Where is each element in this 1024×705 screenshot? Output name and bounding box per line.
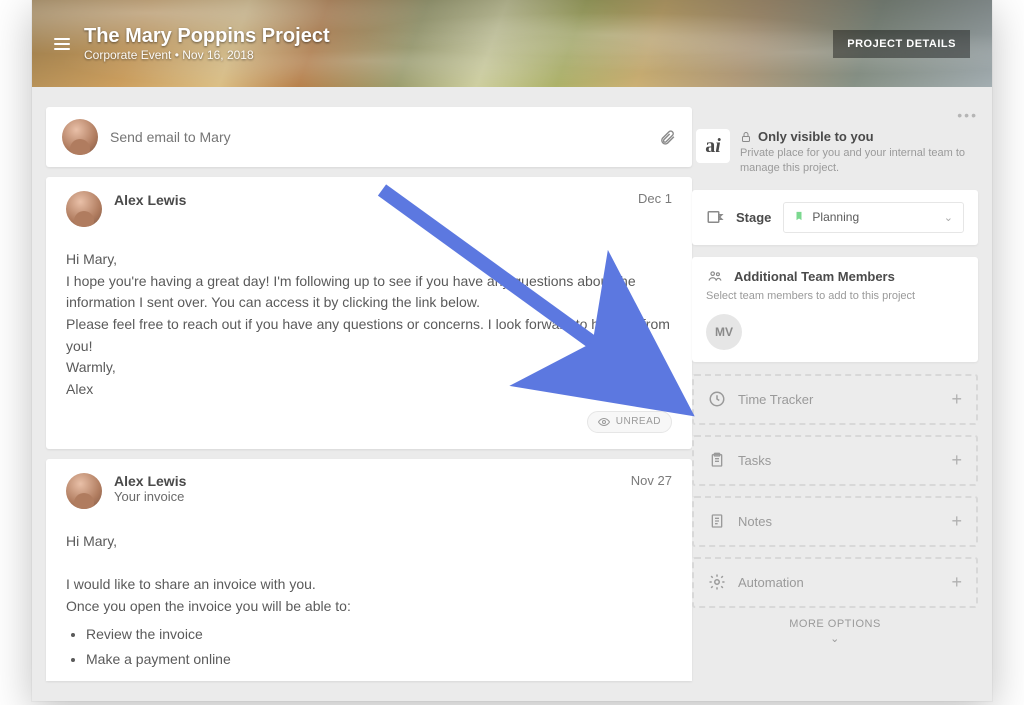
lock-icon xyxy=(740,131,752,143)
team-subtitle: Select team members to add to this proje… xyxy=(706,290,964,302)
avatar xyxy=(66,473,102,509)
plus-icon: + xyxy=(951,511,962,532)
gear-icon xyxy=(708,573,726,591)
message-author: Alex Lewis xyxy=(114,473,186,489)
avatar xyxy=(66,191,102,227)
project-details-button[interactable]: PROJECT DETAILS xyxy=(833,30,970,58)
unread-chip[interactable]: UNREAD xyxy=(587,411,672,433)
workspace-avatar: ai xyxy=(696,129,730,163)
paperclip-icon[interactable] xyxy=(659,129,676,146)
message-date: Nov 27 xyxy=(631,473,672,488)
people-icon xyxy=(706,269,724,283)
chevron-down-icon: ⌄ xyxy=(944,211,953,224)
note-icon xyxy=(708,512,726,530)
plus-icon: + xyxy=(951,572,962,593)
team-member-avatar[interactable]: MV xyxy=(706,314,742,350)
eye-icon xyxy=(598,416,610,428)
message-body: Hi Mary,I would like to share an invoice… xyxy=(66,531,672,671)
message-date: Dec 1 xyxy=(638,191,672,206)
plus-icon: + xyxy=(951,389,962,410)
stage-label: Stage xyxy=(736,210,771,225)
sidebar-tool-tasks[interactable]: Tasks + xyxy=(692,435,978,486)
team-title: Additional Team Members xyxy=(734,269,895,284)
bookmark-icon xyxy=(794,210,804,225)
message-subtitle: Your invoice xyxy=(114,489,186,504)
project-title: The Mary Poppins Project xyxy=(84,25,330,48)
sidebar-tool-notes[interactable]: Notes + xyxy=(692,496,978,547)
compose-email-input[interactable] xyxy=(110,129,659,145)
project-header-banner: The Mary Poppins Project Corporate Event… xyxy=(32,0,992,87)
compose-email-row[interactable] xyxy=(46,107,692,167)
chevron-down-icon: ⌄ xyxy=(692,632,978,645)
sidebar-tool-time-tracker[interactable]: Time Tracker + xyxy=(692,374,978,425)
menu-icon[interactable] xyxy=(54,38,70,50)
clipboard-icon xyxy=(708,451,726,469)
stage-icon xyxy=(706,208,724,226)
message-body: Hi Mary,I hope you're having a great day… xyxy=(66,249,672,401)
message-card: Alex Lewis Your invoice Nov 27 Hi Mary,I… xyxy=(46,459,692,681)
more-options-button[interactable]: MORE OPTIONS ⌄ xyxy=(692,618,978,645)
stage-select[interactable]: Planning ⌄ xyxy=(783,202,964,233)
visibility-info: ai Only visible to you Private place for… xyxy=(692,129,978,176)
plus-icon: + xyxy=(951,450,962,471)
sidebar-tool-automation[interactable]: Automation + xyxy=(692,557,978,608)
more-menu-icon[interactable]: ••• xyxy=(957,107,978,123)
team-panel: Additional Team Members Select team memb… xyxy=(692,257,978,362)
stage-panel: Stage Planning ⌄ xyxy=(692,190,978,245)
clock-icon xyxy=(708,390,726,408)
message-card: Alex Lewis Dec 1 Hi Mary,I hope you're h… xyxy=(46,177,692,449)
avatar xyxy=(62,119,98,155)
project-subtitle: Corporate Event • Nov 16, 2018 xyxy=(84,48,330,62)
message-author: Alex Lewis xyxy=(114,191,186,209)
